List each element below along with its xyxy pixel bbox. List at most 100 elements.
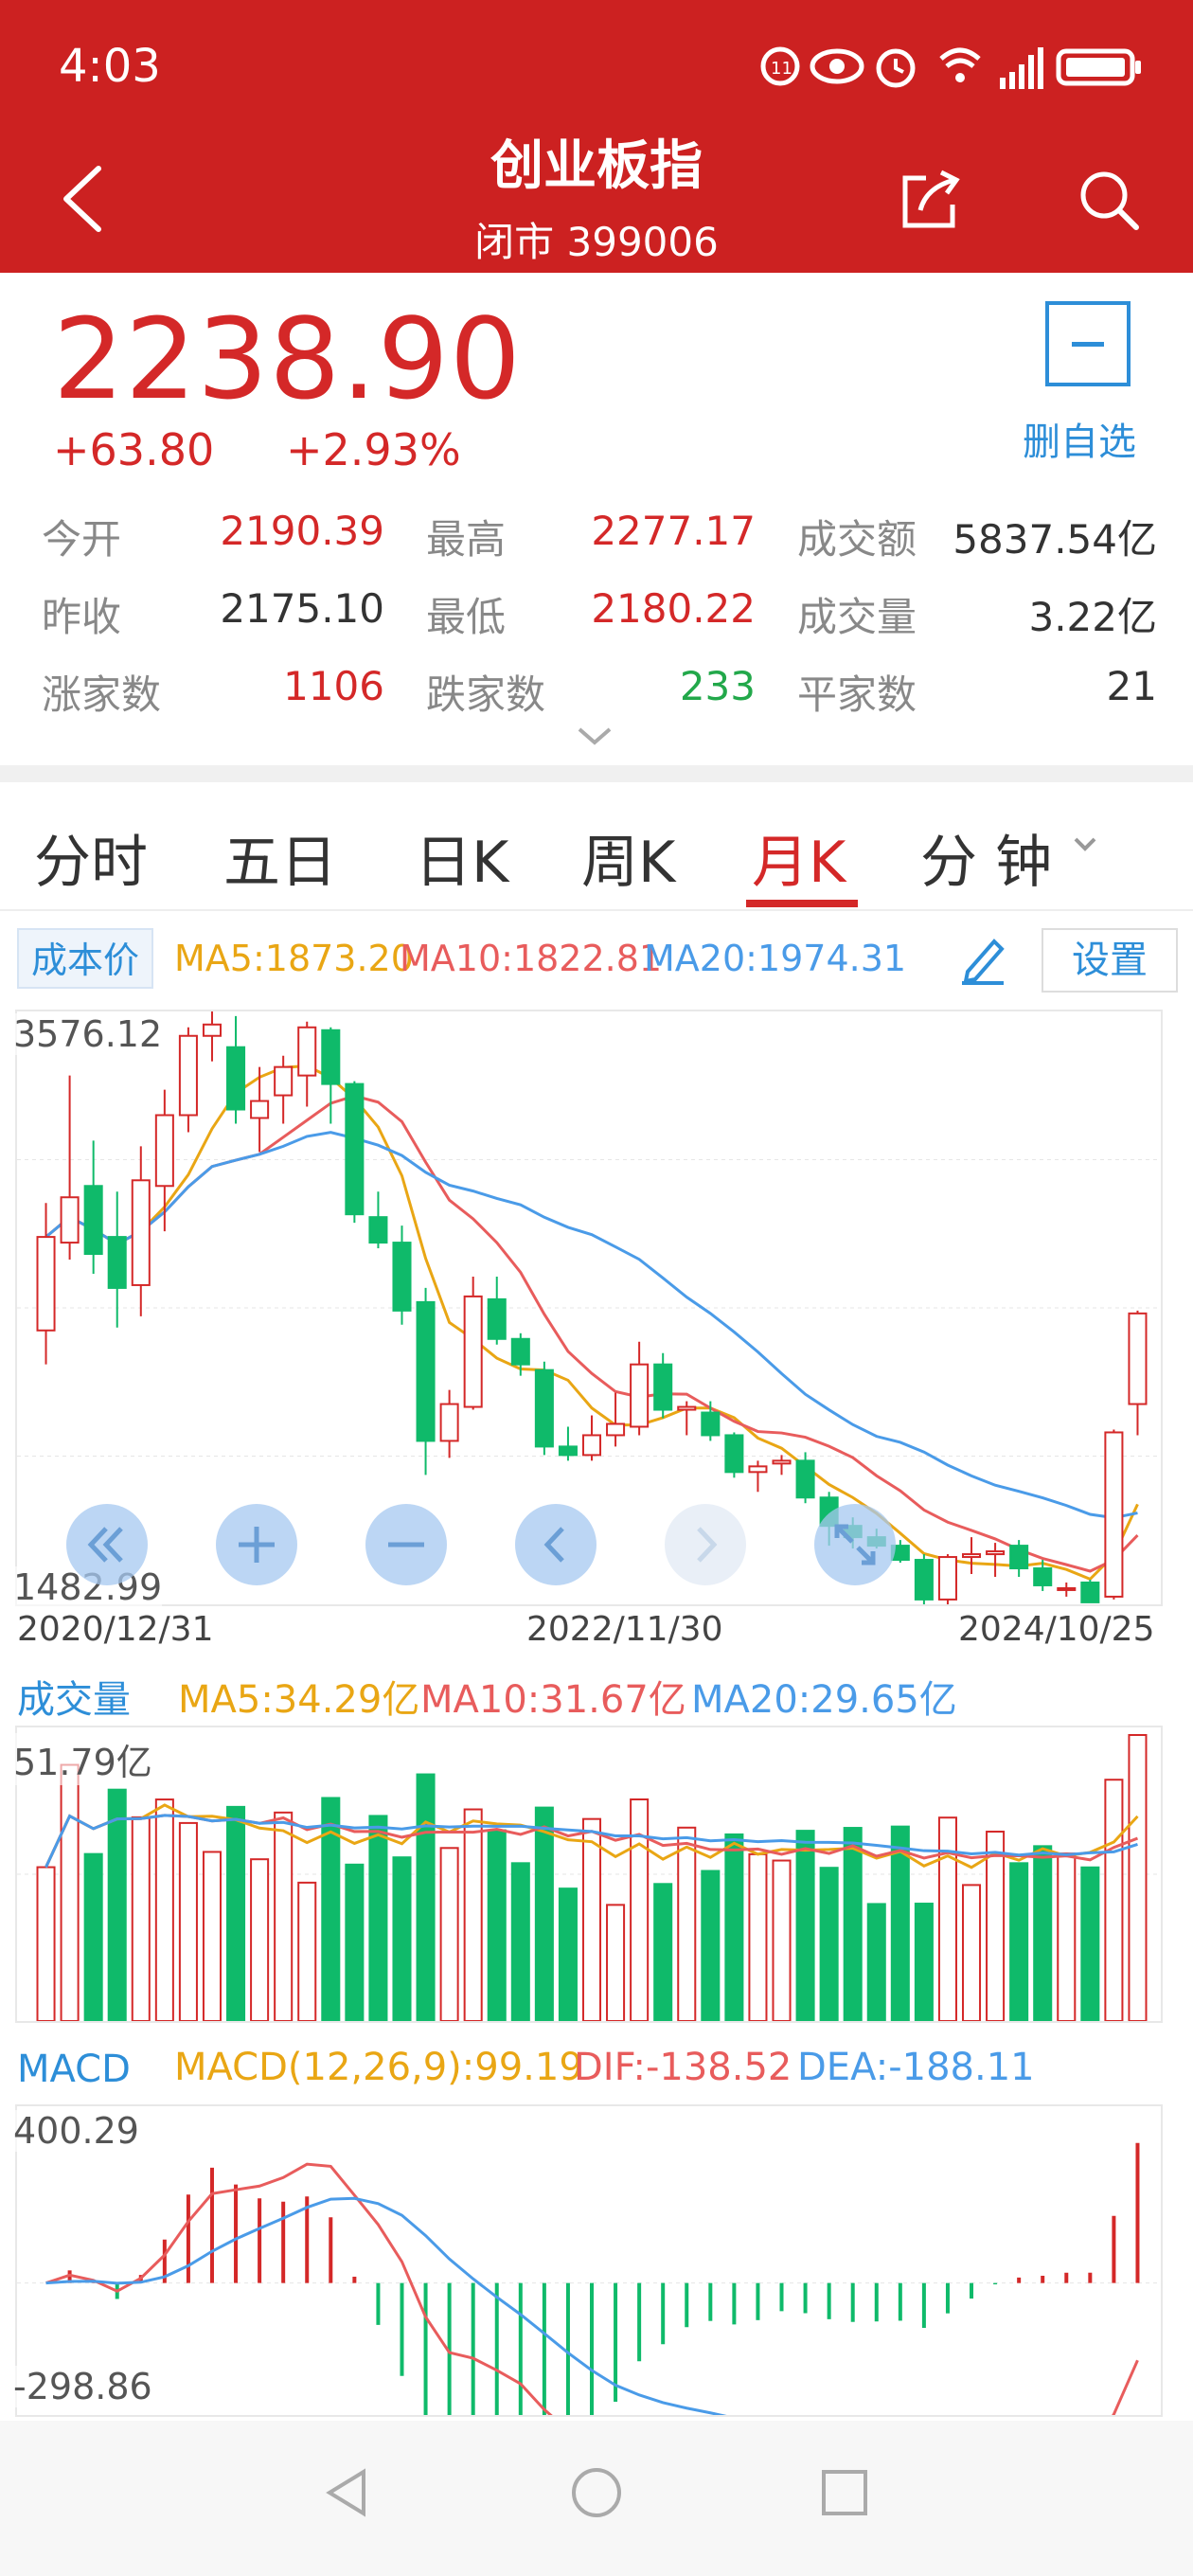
decliners-label: 跌家数	[426, 671, 546, 718]
scroll-right-button[interactable]	[665, 1504, 746, 1585]
open-label: 今开	[42, 516, 122, 563]
open-value: 2190.39	[220, 508, 384, 554]
status-icons: 11	[760, 46, 1141, 89]
volume-bar	[1033, 1845, 1053, 2021]
tab-monthly-k[interactable]: 月K	[752, 816, 846, 899]
volume-bar	[226, 1805, 246, 2021]
volume-bar	[937, 1816, 957, 2021]
candle-body	[274, 1065, 294, 1097]
fullscreen-button[interactable]	[814, 1504, 896, 1585]
volume-bar	[368, 1815, 388, 2021]
zoom-in-button[interactable]	[216, 1504, 297, 1585]
zoom-out-button[interactable]	[365, 1504, 447, 1585]
volume-bar	[1057, 1852, 1077, 2021]
volume-chart[interactable]	[17, 1727, 1161, 2021]
candle-body	[202, 1023, 223, 1037]
remove-favorite-button[interactable]	[1045, 301, 1131, 386]
volume-bar	[178, 1821, 198, 2021]
remove-favorite-label[interactable]: 删自选	[1023, 411, 1136, 466]
quote-panel: 2238.90 +63.80 +2.93% 删自选 今开 2190.39 最高 …	[0, 273, 1193, 765]
high-value: 2277.17	[591, 508, 756, 554]
volume-bar	[748, 1852, 768, 2021]
system-nav-bar	[0, 2421, 1193, 2576]
nav-home-circle-icon[interactable]	[568, 2464, 625, 2521]
candle-body	[510, 1337, 530, 1366]
volume-bar	[154, 1798, 174, 2021]
volume-bar	[866, 1903, 886, 2021]
tab-minute[interactable]: 分 钟	[920, 816, 1052, 899]
chevron-right-icon	[697, 1527, 718, 1563]
app-header: 4:03 11 创业板指 闭市 399006	[0, 0, 1193, 273]
volume-bar	[202, 1851, 223, 2021]
prev-close-label: 昨收	[42, 594, 122, 640]
edit-pen-icon[interactable]	[954, 930, 1011, 987]
candle-body	[226, 1046, 246, 1111]
volume-bar	[961, 1884, 982, 2021]
candle-body	[795, 1459, 815, 1499]
page-title: 创业板指	[490, 135, 703, 197]
expand-chevron-icon[interactable]	[576, 724, 614, 748]
high-label: 最高	[426, 516, 507, 563]
tab-daily-k[interactable]: 日K	[415, 816, 508, 899]
candle-body	[392, 1242, 412, 1312]
amount-label: 成交额	[797, 516, 917, 563]
share-icon[interactable]	[898, 167, 964, 233]
volume-bar	[914, 1903, 934, 2021]
macd-params: MACD(12,26,9):99.19	[174, 2046, 583, 2089]
volume-ma5: MA5:34.29亿	[178, 1678, 420, 1722]
plus-icon	[239, 1527, 275, 1563]
price-change-percent: +2.93%	[286, 424, 461, 475]
fast-back-button[interactable]	[66, 1504, 148, 1585]
last-price: 2238.90	[53, 294, 522, 424]
nav-recents-square-icon[interactable]	[816, 2464, 873, 2521]
volume-ma20: MA20:29.65亿	[691, 1678, 957, 1722]
candle-body	[606, 1422, 626, 1437]
volume-bar	[83, 1852, 103, 2021]
macd-chart[interactable]	[17, 2106, 1161, 2415]
kline-ma5: MA5:1873.20	[174, 938, 414, 979]
volume-bar	[36, 1866, 56, 2021]
tab-weekly-k[interactable]: 周K	[581, 816, 675, 899]
volume-bar	[250, 1858, 270, 2021]
candle-body	[368, 1216, 388, 1244]
scroll-left-button[interactable]	[515, 1504, 596, 1585]
candle-body	[748, 1465, 768, 1474]
advancers-value: 1106	[283, 663, 384, 709]
macd-dea: DEA:-188.11	[797, 2046, 1035, 2089]
candle-body	[581, 1434, 602, 1457]
cost-price-button[interactable]: 成本价	[17, 928, 153, 989]
candle-body	[914, 1559, 934, 1601]
price-change: +63.80	[53, 424, 215, 475]
macd-title[interactable]: MACD	[17, 2048, 131, 2091]
minus-icon	[388, 1542, 424, 1547]
volume-bar	[107, 1788, 127, 2021]
volume-bar	[701, 1869, 721, 2021]
macd-ymax-label: 400.29	[13, 2110, 139, 2152]
date-start: 2020/12/31	[17, 1610, 214, 1649]
tab-intraday[interactable]: 分时	[34, 816, 148, 899]
volume-bar	[463, 1808, 483, 2021]
volume-bar	[297, 1881, 317, 2021]
chevron-down-icon[interactable]	[1072, 835, 1098, 854]
expand-icon	[834, 1524, 876, 1565]
chevron-left-icon	[543, 1527, 564, 1563]
volume-title[interactable]: 成交量	[17, 1669, 131, 1724]
volume-bar	[558, 1887, 578, 2021]
candle-body	[487, 1297, 507, 1340]
candle-body	[772, 1459, 792, 1465]
search-icon[interactable]	[1076, 167, 1142, 233]
settings-button[interactable]: 设置	[1042, 928, 1178, 993]
candle-body	[439, 1403, 459, 1442]
nav-back-triangle-icon[interactable]	[320, 2464, 377, 2521]
candle-body	[937, 1556, 957, 1601]
prev-close-value: 2175.10	[220, 585, 384, 632]
candle-body	[701, 1411, 721, 1437]
tab-five-day[interactable]: 五日	[223, 816, 337, 899]
volume-bar	[439, 1847, 459, 2021]
candle-body	[178, 1034, 198, 1117]
date-middle: 2022/11/30	[526, 1610, 723, 1649]
candle-body	[986, 1550, 1006, 1556]
volume-bar	[392, 1856, 412, 2021]
volume-bar	[581, 1817, 602, 2021]
volume-bar	[274, 1811, 294, 2021]
